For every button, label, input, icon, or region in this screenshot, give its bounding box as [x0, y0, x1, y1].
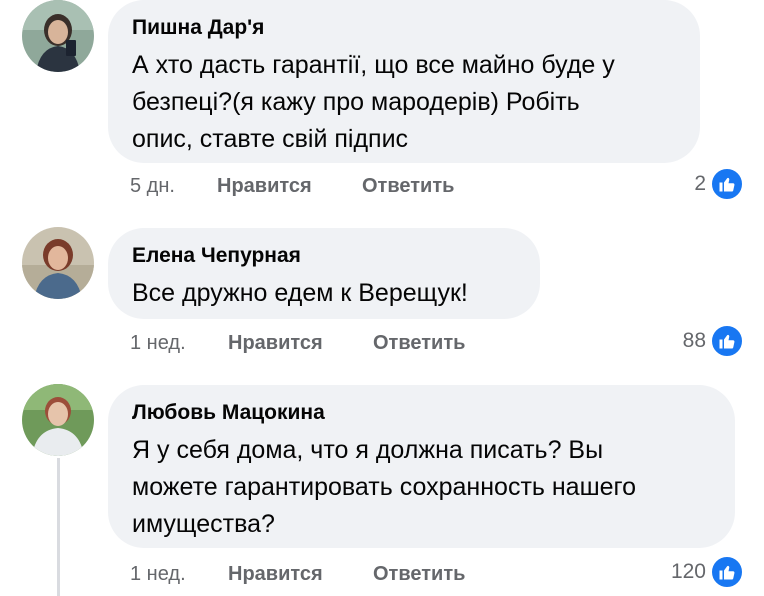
comment-bubble: Елена Чепурная Все дружно едем к Верещук…	[108, 228, 540, 319]
comment-author[interactable]: Елена Чепурная	[132, 243, 516, 269]
reaction-count-value: 120	[670, 560, 706, 583]
comment-text-line: опис, ставте свій підпис	[132, 125, 409, 153]
like-button[interactable]: Нравится	[217, 174, 312, 198]
comment-bubble: Пишна Дар'я А хто дасть гарантії, що все…	[108, 0, 700, 163]
comment-text-line: безпеці?(я кажу про мародерів) Робіть	[132, 88, 580, 116]
reaction-count[interactable]: 120	[670, 555, 744, 589]
reply-thread-line	[57, 458, 60, 596]
reply-button[interactable]: Ответить	[373, 562, 465, 586]
like-button[interactable]: Нравится	[228, 562, 323, 586]
reaction-count-value: 88	[682, 329, 706, 352]
comment-text-line: Все дружно едем к Верещук!	[132, 279, 468, 307]
comment-text-line: А хто дасть гарантії, що все майно буде …	[132, 51, 615, 79]
comment-author[interactable]: Любовь Мацокина	[132, 400, 711, 426]
comment-text: Все дружно едем к Верещук!	[132, 275, 516, 312]
comment-timestamp[interactable]: 5 дн.	[130, 174, 175, 198]
avatar[interactable]	[22, 0, 94, 72]
comment-text: Я у себя дома, что я должна писать? Вы м…	[132, 432, 711, 543]
comment-bubble: Любовь Мацокина Я у себя дома, что я дол…	[108, 385, 735, 548]
thumbs-up-icon	[710, 324, 744, 358]
reaction-count[interactable]: 88	[682, 324, 744, 358]
comment-text: А хто дасть гарантії, що все майно буде …	[132, 47, 676, 158]
comment-text-line: Я у себя дома, что я должна писать? Вы	[132, 436, 604, 464]
comment-text-line: имущества?	[132, 510, 275, 538]
comment-timestamp[interactable]: 1 нед.	[130, 331, 186, 355]
reaction-count[interactable]: 2	[694, 167, 744, 201]
reply-button[interactable]: Ответить	[362, 174, 454, 198]
comment-timestamp[interactable]: 1 нед.	[130, 562, 186, 586]
avatar[interactable]	[22, 384, 94, 456]
comment-author[interactable]: Пишна Дар'я	[132, 15, 676, 41]
reply-button[interactable]: Ответить	[373, 331, 465, 355]
comment-text-line: можете гарантировать сохранность нашего	[132, 473, 637, 501]
thumbs-up-icon	[710, 555, 744, 589]
avatar[interactable]	[22, 227, 94, 299]
thumbs-up-icon	[710, 167, 744, 201]
like-button[interactable]: Нравится	[228, 331, 323, 355]
reaction-count-value: 2	[694, 172, 706, 195]
